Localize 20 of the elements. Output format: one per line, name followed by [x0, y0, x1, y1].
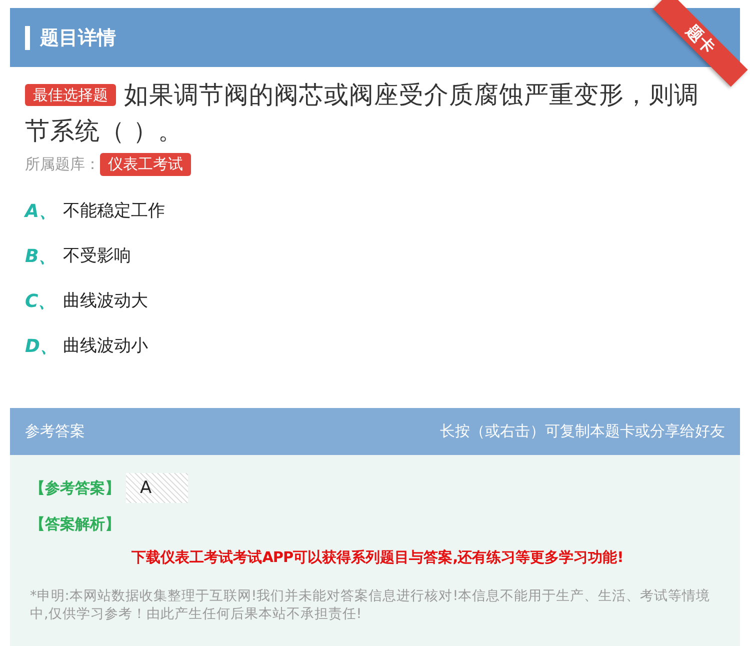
- option-letter: A、: [25, 200, 58, 222]
- title-marker: [25, 26, 30, 50]
- option-letter: B、: [25, 244, 58, 268]
- option-text: 不受影响: [63, 245, 131, 267]
- answer-title: 参考答案: [25, 422, 85, 441]
- bank-tag[interactable]: 仪表工考试: [100, 153, 191, 176]
- option-text: 曲线波动小: [63, 335, 148, 357]
- option-text: 曲线波动大: [63, 290, 148, 312]
- answer-label: 【参考答案】: [30, 478, 120, 498]
- promo-text: 下载仪表工考试考试APP可以获得系列题目与答案,还有练习等更多学习功能!: [130, 548, 624, 567]
- disclaimer-text: *申明:本网站数据收集整理于互联网!我们并未能对答案信息进行核对!本信息不能用于生产、生活、考试等情境中,仅供学习参考！由此产生任何后果本站不承担责任!: [30, 587, 712, 623]
- option-letter: C、: [25, 290, 58, 312]
- analysis-label: 【答案解析】: [30, 515, 121, 534]
- share-hint: 长按（或右击）可复制本题卡或分享给好友: [440, 422, 725, 441]
- answer-value: A: [126, 473, 188, 503]
- page-title: 题目详情: [40, 26, 116, 50]
- option-text: 不能稳定工作: [63, 200, 165, 222]
- bank-label: 所属题库：: [25, 155, 100, 174]
- question-type-badge: 最佳选择题: [25, 84, 116, 106]
- option-letter: D、: [25, 334, 59, 358]
